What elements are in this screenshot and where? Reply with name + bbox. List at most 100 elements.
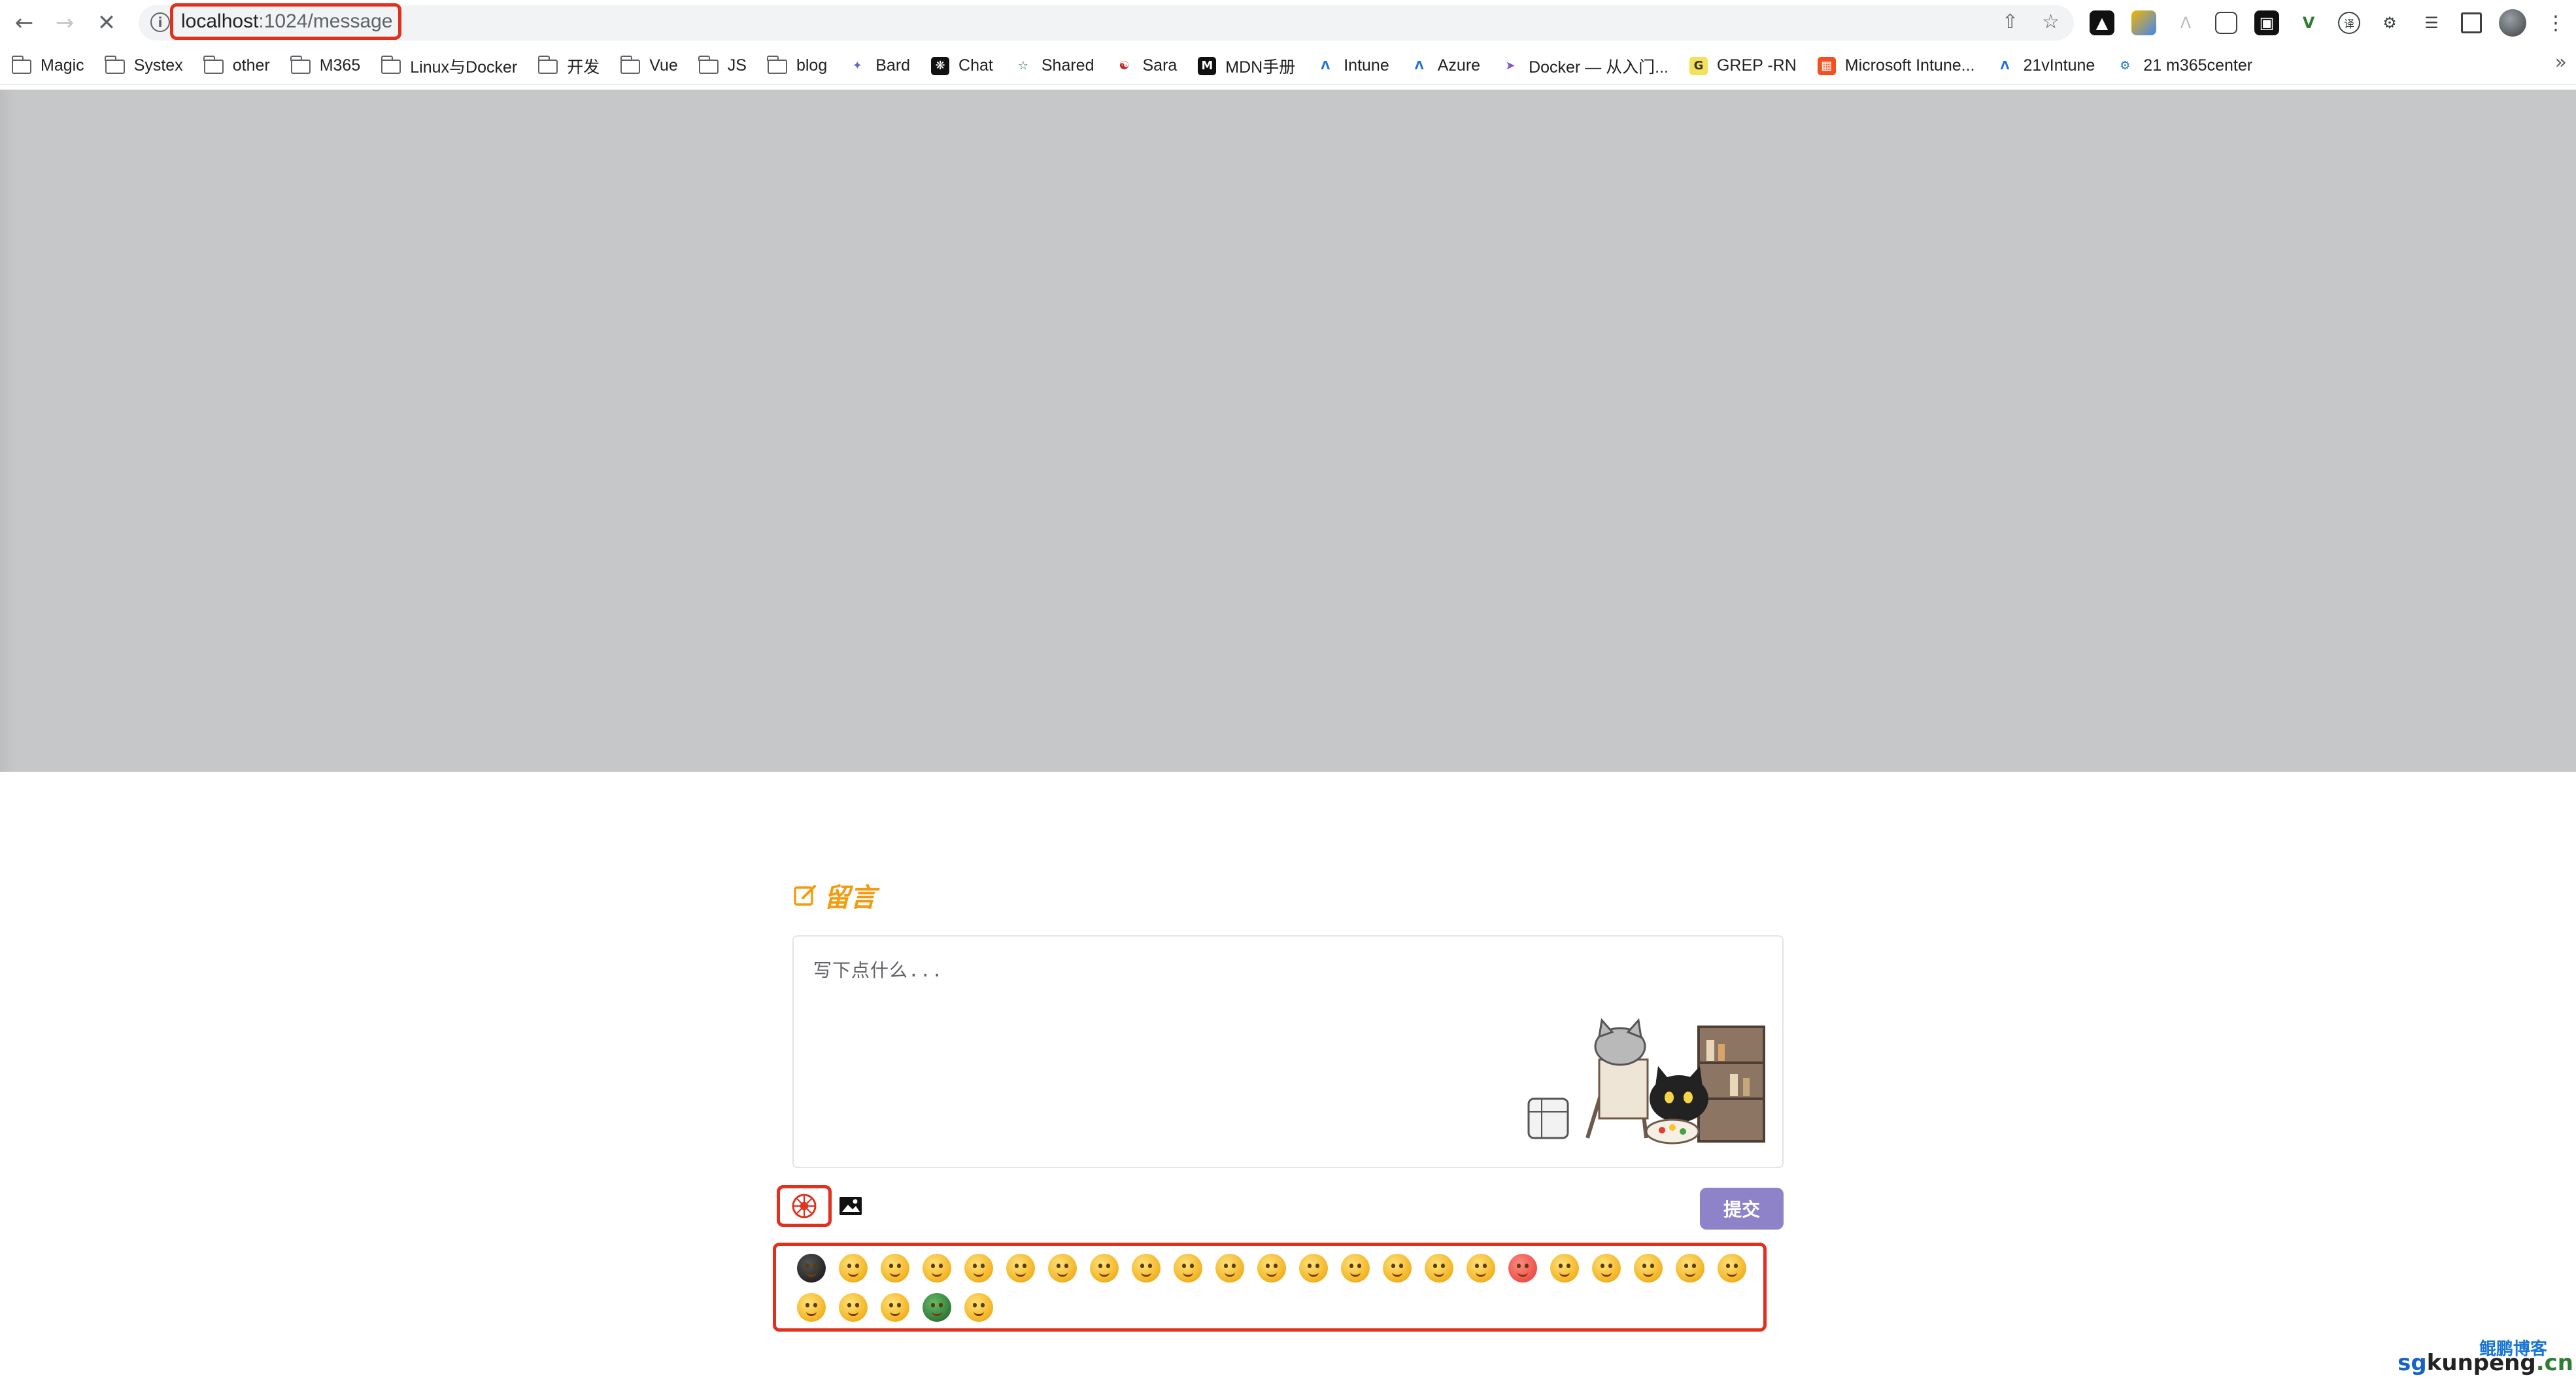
bookmark-3[interactable]: M365 (290, 51, 361, 81)
bookmark-label: M365 (319, 56, 361, 75)
bookmark-label: Intune (1344, 56, 1389, 75)
message-textarea-wrapper (792, 935, 1784, 1168)
bookmark-0[interactable]: Magic (11, 51, 84, 81)
folder-icon (203, 55, 224, 74)
emoji-item-icon[interactable] (839, 1254, 868, 1283)
emoji-item-icon[interactable] (923, 1254, 951, 1283)
bookmark-1[interactable]: Systex (105, 51, 183, 81)
side-panel-icon[interactable] (2461, 12, 2482, 33)
bookmark-15[interactable]: Λ Azure (1410, 51, 1480, 81)
emoji-item-icon[interactable] (1676, 1254, 1704, 1283)
emoji-item-icon[interactable] (797, 1293, 826, 1322)
emoji-item-icon[interactable] (1132, 1254, 1161, 1283)
emoji-grid (797, 1254, 1752, 1322)
bookmark-2[interactable]: other (203, 51, 270, 81)
bookmark-label: Systex (133, 56, 183, 75)
emoji-item-icon[interactable] (1718, 1254, 1746, 1283)
bookmark-19[interactable]: Λ 21vIntune (1995, 51, 2095, 81)
bookmark-13[interactable]: M MDN手册 (1198, 51, 1295, 81)
gamepad-extension-icon[interactable]: ▣ (2254, 10, 2279, 35)
bookmark-14[interactable]: Λ Intune (1316, 51, 1389, 81)
azure-icon: Λ (1316, 56, 1335, 75)
emoji-item-icon[interactable] (1550, 1254, 1579, 1283)
bookmark-7[interactable]: JS (698, 51, 747, 81)
omnibox-actions: ⇧ ☆ (2002, 10, 2059, 33)
emoji-item-icon[interactable] (1341, 1254, 1370, 1283)
bookmark-label: Microsoft Intune... (1844, 56, 1975, 75)
emoji-item-icon[interactable] (964, 1254, 993, 1283)
colorful-extension-icon[interactable] (2131, 10, 2156, 35)
triangle-extension-icon[interactable]: Λ (2173, 10, 2198, 35)
folder-icon (767, 55, 787, 74)
emoji-item-icon[interactable] (1174, 1254, 1202, 1283)
emoji-wheel-icon (792, 1194, 817, 1218)
bookmark-20[interactable]: ⚙ 21 m365center (2116, 51, 2252, 81)
bookmark-5[interactable]: 开发 (537, 51, 600, 81)
bookmark-18[interactable]: ▦ Microsoft Intune... (1817, 51, 1975, 81)
bookmark-12[interactable]: ☯ Sara (1115, 51, 1177, 81)
bookmark-17[interactable]: G GREP -RN (1689, 51, 1797, 81)
insert-image-button[interactable] (838, 1194, 863, 1218)
emoji-item-icon[interactable] (1466, 1254, 1495, 1283)
bookmark-9[interactable]: ✦ Bard (848, 51, 910, 81)
azure-icon: Λ (1995, 56, 2014, 75)
url-text[interactable]: localhost:1024/message (170, 3, 401, 40)
rocket-icon: ➤ (1501, 56, 1520, 75)
bookmark-label: Magic (41, 56, 84, 75)
folder-icon (698, 55, 719, 74)
bookmark-label: 21vIntune (2023, 56, 2095, 75)
emoji-item-icon[interactable] (1048, 1254, 1077, 1283)
emoji-item-icon[interactable] (1090, 1254, 1119, 1283)
emoji-item-icon[interactable] (1508, 1254, 1537, 1283)
copy-extension-icon[interactable] (2215, 12, 2237, 34)
share-icon[interactable]: ⇧ (2002, 10, 2018, 33)
bookmark-label: blog (796, 56, 828, 75)
cats-illustration (1527, 1018, 1765, 1145)
bookmark-11[interactable]: ☆ Shared (1013, 51, 1094, 81)
emoji-item-icon[interactable] (1383, 1254, 1412, 1283)
bitwarden-extension-icon[interactable]: ▲ (2090, 10, 2114, 35)
emoji-toggle-button[interactable] (777, 1185, 832, 1227)
emoji-item-icon[interactable] (964, 1293, 993, 1322)
bookmarks-overflow-icon[interactable]: » (2555, 51, 2567, 74)
bookmark-8[interactable]: blog (767, 51, 828, 81)
emoji-item-icon[interactable] (1006, 1254, 1035, 1283)
submit-button[interactable]: 提交 (1700, 1188, 1784, 1230)
menu-kebab-icon[interactable]: ⋮ (2543, 10, 2568, 35)
site-info-icon[interactable]: i (150, 12, 170, 32)
bookmark-label: Vue (649, 56, 678, 75)
stop-loading-icon[interactable]: ✕ (92, 8, 122, 38)
folder-icon (11, 55, 31, 74)
vue-devtools-icon[interactable]: V (2296, 10, 2321, 35)
folder-icon (381, 55, 401, 74)
folder-icon (105, 55, 125, 74)
emoji-item-icon[interactable] (881, 1254, 909, 1283)
mdn-icon: M (1198, 56, 1217, 75)
profile-avatar[interactable] (2499, 9, 2526, 37)
emoji-item-icon[interactable] (923, 1293, 951, 1322)
emoji-item-icon[interactable] (1425, 1254, 1453, 1283)
emoji-item-icon[interactable] (1257, 1254, 1286, 1283)
bookmark-label: Azure (1437, 56, 1481, 75)
emoji-item-icon[interactable] (797, 1254, 826, 1283)
emoji-item-icon[interactable] (881, 1293, 909, 1322)
forward-arrow-icon[interactable]: → (50, 8, 80, 38)
address-bar[interactable]: i ⇧ ☆ (139, 5, 2074, 41)
bookmark-10[interactable]: ❋ Chat (931, 51, 993, 81)
emoji-item-icon[interactable] (1215, 1254, 1244, 1283)
puzzle-extensions-icon[interactable]: ⚙ (2377, 10, 2402, 35)
folder-icon (537, 55, 558, 74)
media-queue-icon[interactable]: ☰ (2419, 10, 2444, 35)
back-arrow-icon[interactable]: ← (9, 8, 39, 38)
bookmark-star-icon[interactable]: ☆ (2042, 10, 2059, 33)
emoji-item-icon[interactable] (839, 1293, 868, 1322)
translate-extension-icon[interactable]: 译 (2338, 12, 2360, 34)
emoji-item-icon[interactable] (1299, 1254, 1328, 1283)
url-path: :1024/message (258, 10, 393, 32)
bookmark-16[interactable]: ➤ Docker — 从入门... (1501, 51, 1669, 81)
emoji-item-icon[interactable] (1592, 1254, 1621, 1283)
bookmark-6[interactable]: Vue (620, 51, 678, 81)
bookmark-4[interactable]: Linux与Docker (381, 51, 517, 81)
bookmark-label: Linux与Docker (410, 58, 518, 77)
emoji-item-icon[interactable] (1634, 1254, 1663, 1283)
